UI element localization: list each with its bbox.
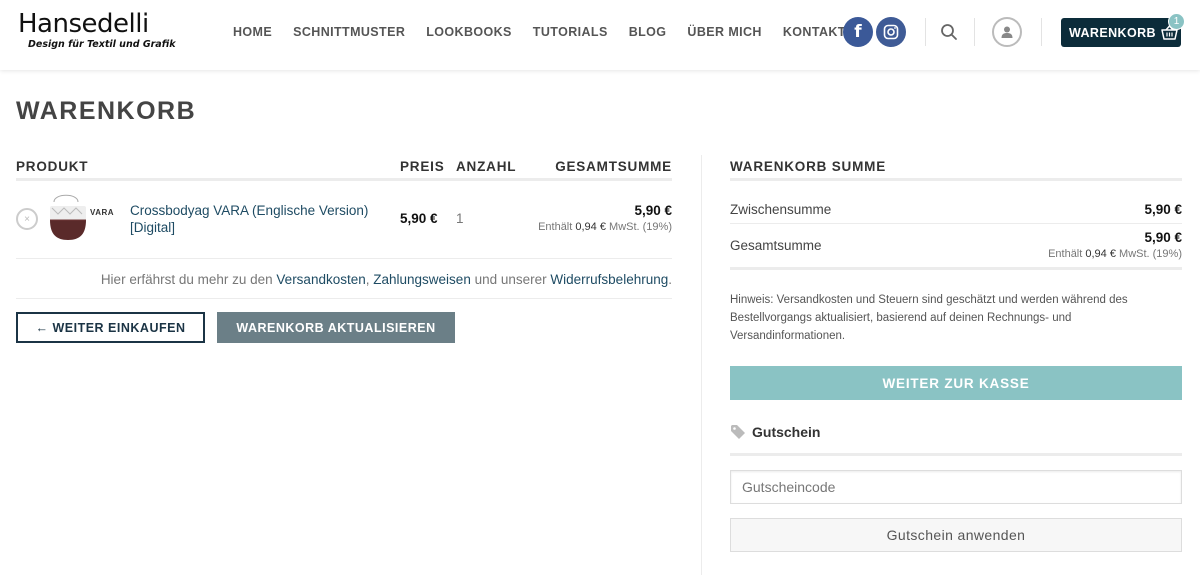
- column-divider: [701, 155, 702, 575]
- nav-kontakt[interactable]: KONTAKT: [783, 25, 846, 39]
- thumbnail-brand-text: VARA: [90, 208, 115, 217]
- shipping-costs-link[interactable]: Versandkosten: [276, 272, 365, 287]
- column-header-price: PREIS: [400, 159, 445, 174]
- column-header-product: PRODUKT: [16, 159, 89, 174]
- nav-blog[interactable]: BLOG: [629, 25, 667, 39]
- item-total: 5,90 €: [634, 203, 672, 218]
- coupon-rule: [730, 453, 1182, 456]
- coupon-title: Gutschein: [752, 424, 821, 440]
- bag-image: [50, 194, 86, 240]
- tag-icon: [731, 425, 745, 439]
- table-row-rule: [16, 258, 672, 259]
- user-glyph: [1001, 26, 1013, 38]
- coupon-code-input[interactable]: [730, 470, 1182, 504]
- payment-methods-link[interactable]: Zahlungsweisen: [373, 272, 471, 287]
- nav-lookbooks[interactable]: LOOKBOOKS: [426, 25, 512, 39]
- total-value: 5,90 €: [1144, 230, 1182, 245]
- logo-tagline: Design für Textil und Grafik: [28, 39, 176, 50]
- nav-ueber-mich[interactable]: ÜBER MICH: [687, 25, 761, 39]
- nav-tutorials[interactable]: TUTORIALS: [533, 25, 608, 39]
- update-cart-button[interactable]: WARENKORB AKTUALISIEREN: [217, 312, 455, 343]
- column-header-quantity: ANZAHL: [456, 159, 517, 174]
- instagram-icon[interactable]: [876, 17, 906, 47]
- info-suffix: .: [668, 272, 672, 287]
- nav-schnittmuster[interactable]: SCHNITTMUSTER: [293, 25, 405, 39]
- search-icon[interactable]: [939, 22, 959, 42]
- column-header-subtotal: GESAMTSUMME: [555, 159, 672, 174]
- product-name-link[interactable]: Crossbodyag VARA (Englische Version) [Di…: [130, 202, 390, 236]
- total-tax-note: Enthält 0,94 € MwSt. (19%): [1048, 248, 1182, 260]
- instagram-glyph: [883, 24, 899, 40]
- subtotal-label: Zwischensumme: [730, 202, 832, 217]
- shipping-hint: Hinweis: Versandkosten und Steuern sind …: [730, 294, 1128, 342]
- continue-shopping-button[interactable]: ← WEITER EINKAUFEN: [16, 312, 205, 343]
- header-divider: [974, 18, 975, 46]
- remove-item-button[interactable]: ×: [16, 208, 38, 230]
- info-separator: ,: [365, 272, 370, 287]
- info-prefix: Hier erfährst du mehr zu den: [100, 272, 273, 287]
- tax-prefix: Enthält: [538, 221, 573, 233]
- header-cart-button[interactable]: WARENKORB: [1061, 18, 1181, 47]
- tax-prefix: Enthält: [1048, 248, 1083, 260]
- tax-suffix: MwSt. (19%): [1119, 248, 1182, 260]
- checkout-button[interactable]: WEITER ZUR KASSE: [730, 366, 1182, 400]
- header-cart-label: WARENKORB: [1069, 25, 1156, 40]
- item-tax-note: Enthält 0,94 € MwSt. (19%): [538, 221, 672, 233]
- item-price: 5,90 €: [400, 211, 438, 226]
- total-rule: [730, 267, 1182, 270]
- subtotal-value: 5,90 €: [1144, 202, 1182, 217]
- cart-count-badge: 1: [1168, 13, 1185, 30]
- site-header: Hansedelli Design für Textil und Grafik …: [0, 0, 1200, 70]
- totals-header-rule: [730, 178, 1182, 181]
- logo-wordmark: Hansedelli: [18, 9, 149, 39]
- header-divider: [925, 18, 926, 46]
- facebook-letter: f: [854, 22, 862, 42]
- info-rule: [16, 298, 672, 299]
- info-middle: und unserer: [474, 272, 547, 287]
- close-icon: ×: [24, 213, 30, 225]
- main-nav: HOME SCHNITTMUSTER LOOKBOOKS TUTORIALS B…: [233, 25, 867, 39]
- coupon-heading: Gutschein: [730, 424, 820, 440]
- facebook-icon[interactable]: f: [843, 17, 873, 47]
- page-title: WARENKORB: [16, 97, 197, 125]
- item-quantity[interactable]: 1: [456, 211, 464, 226]
- account-icon[interactable]: [992, 17, 1022, 47]
- cart-totals-heading: WARENKORB SUMME: [730, 159, 886, 174]
- subtotal-rule: [730, 223, 1182, 224]
- site-logo[interactable]: Hansedelli Design für Textil und Grafik: [18, 10, 176, 50]
- total-label: Gesamtsumme: [730, 238, 822, 253]
- header-divider: [1041, 18, 1042, 46]
- apply-coupon-button[interactable]: Gutschein anwenden: [730, 518, 1182, 552]
- table-header-rule: [16, 178, 672, 181]
- tax-suffix: MwSt. (19%): [609, 221, 672, 233]
- nav-home[interactable]: HOME: [233, 25, 272, 39]
- product-thumbnail[interactable]: VARA: [48, 194, 114, 244]
- tax-amount: 0,94 €: [575, 221, 606, 233]
- tax-amount: 0,94 €: [1085, 248, 1116, 260]
- shipping-info-line: Hier erfährst du mehr zu den Versandkost…: [101, 272, 672, 287]
- withdrawal-link[interactable]: Widerrufsbelehrung: [550, 272, 668, 287]
